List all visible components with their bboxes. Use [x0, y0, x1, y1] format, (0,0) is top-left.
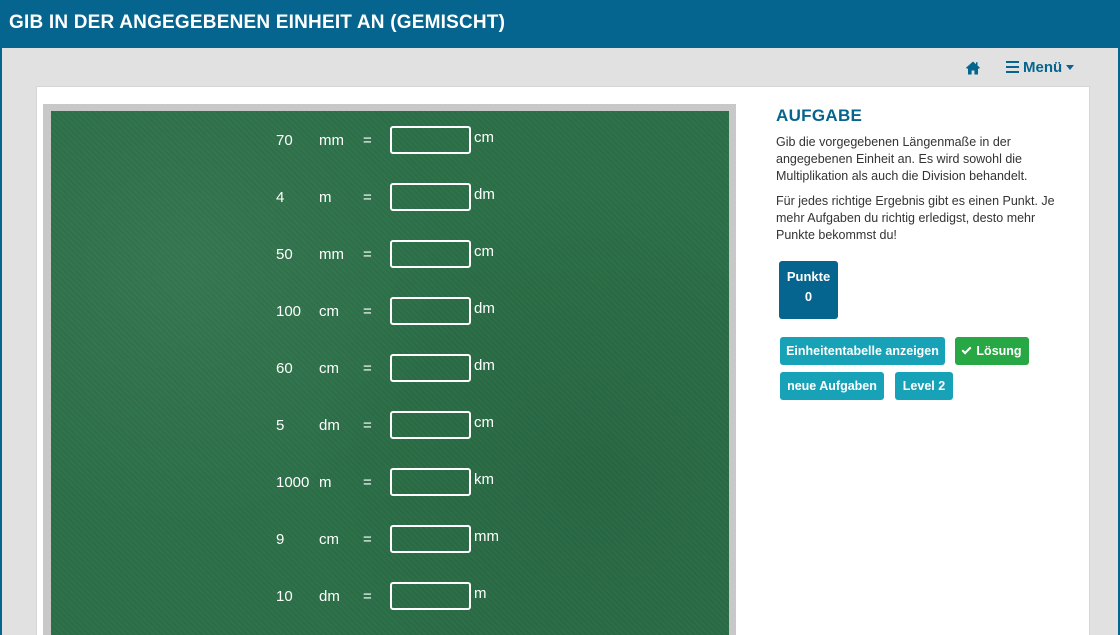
caret-down-icon: [1066, 64, 1075, 70]
target-unit: dm: [474, 357, 495, 374]
exercise-unit: cm: [319, 303, 339, 320]
target-unit: cm: [474, 414, 494, 431]
exercise-unit: dm: [319, 417, 340, 434]
exercise-value: 50: [276, 246, 293, 263]
chalkboard: 70 mm = cm 4 m = dm 50 mm = cm 100 cm = …: [51, 111, 729, 635]
menu-button[interactable]: Menü: [1006, 57, 1075, 77]
exercise-row: 100 cm = dm: [51, 297, 729, 325]
task-scoring-info: Für jedes richtige Ergebnis gibt es eine…: [776, 194, 1055, 242]
exercise-unit: m: [319, 189, 332, 206]
exercise-value: 60: [276, 360, 293, 377]
exercise-value: 5: [276, 417, 285, 434]
score-value: 0: [804, 289, 813, 304]
answer-input[interactable]: [390, 240, 471, 268]
level-label: Level 2: [902, 379, 946, 393]
score-box: Punkte 0: [779, 261, 838, 319]
exercise-row: 9 cm = mm: [51, 525, 729, 553]
answer-input[interactable]: [390, 525, 471, 553]
page-title: GIB IN DER ANGEGEBENEN EINHEIT AN (GEMIS…: [9, 12, 506, 33]
top-bar: GIB IN DER ANGEGEBENEN EINHEIT AN (GEMIS…: [0, 0, 1120, 48]
answer-input[interactable]: [390, 411, 471, 439]
exercise-unit: dm: [319, 588, 340, 605]
solution-label: Lösung: [976, 344, 1022, 358]
exercise-value: 9: [276, 531, 285, 548]
exercise-unit: mm: [319, 132, 344, 149]
exercise-value: 10: [276, 588, 293, 605]
equals-sign: =: [363, 417, 372, 434]
task-description: Gib die vorgegebenen Längenmaße in der a…: [776, 135, 1028, 183]
exercise-value: 1000: [276, 474, 310, 491]
answer-input[interactable]: [390, 582, 471, 610]
task-panel: AUFGABE Gib die vorgegebenen Längenmaße …: [776, 106, 1076, 252]
target-unit: km: [474, 471, 494, 488]
level-button[interactable]: Level 2: [895, 372, 953, 400]
answer-input[interactable]: [390, 297, 471, 325]
solution-button[interactable]: Lösung: [955, 337, 1029, 365]
menu-label: Menü: [1023, 58, 1063, 76]
exercise-unit: cm: [319, 360, 339, 377]
exercise-row: 70 mm = cm: [51, 126, 729, 154]
unit-table-label: Einheitentabelle anzeigen: [786, 344, 939, 358]
exercise-value: 4: [276, 189, 285, 206]
exercise-unit: cm: [319, 531, 339, 548]
exercise-row: 50 mm = cm: [51, 240, 729, 268]
equals-sign: =: [363, 531, 372, 548]
exercise-row: 60 cm = dm: [51, 354, 729, 382]
answer-input[interactable]: [390, 468, 471, 496]
exercise-row: 5 dm = cm: [51, 411, 729, 439]
exercise-value: 70: [276, 132, 293, 149]
target-unit: m: [474, 585, 487, 602]
exercise-value: 100: [276, 303, 302, 320]
task-heading: AUFGABE: [776, 106, 863, 125]
home-icon[interactable]: [965, 60, 981, 76]
target-unit: mm: [474, 528, 499, 545]
exercise-row: 1000 m = km: [51, 468, 729, 496]
target-unit: dm: [474, 186, 495, 203]
equals-sign: =: [363, 474, 372, 491]
target-unit: cm: [474, 129, 494, 146]
equals-sign: =: [363, 303, 372, 320]
equals-sign: =: [363, 132, 372, 149]
answer-input[interactable]: [390, 126, 471, 154]
exercise-row: 4 m = dm: [51, 183, 729, 211]
answer-input[interactable]: [390, 354, 471, 382]
answer-input[interactable]: [390, 183, 471, 211]
equals-sign: =: [363, 246, 372, 263]
target-unit: dm: [474, 300, 495, 317]
score-label: Punkte: [786, 269, 831, 284]
check-icon: [961, 344, 972, 355]
equals-sign: =: [363, 588, 372, 605]
target-unit: cm: [474, 243, 494, 260]
bars-icon: [1006, 61, 1019, 73]
exercise-row: 10 dm = m: [51, 582, 729, 610]
new-tasks-label: neue Aufgaben: [787, 379, 877, 393]
equals-sign: =: [363, 189, 372, 206]
exercise-unit: m: [319, 474, 332, 491]
new-tasks-button[interactable]: neue Aufgaben: [780, 372, 884, 400]
exercise-unit: mm: [319, 246, 344, 263]
unit-table-button[interactable]: Einheitentabelle anzeigen: [780, 337, 945, 365]
equals-sign: =: [363, 360, 372, 377]
